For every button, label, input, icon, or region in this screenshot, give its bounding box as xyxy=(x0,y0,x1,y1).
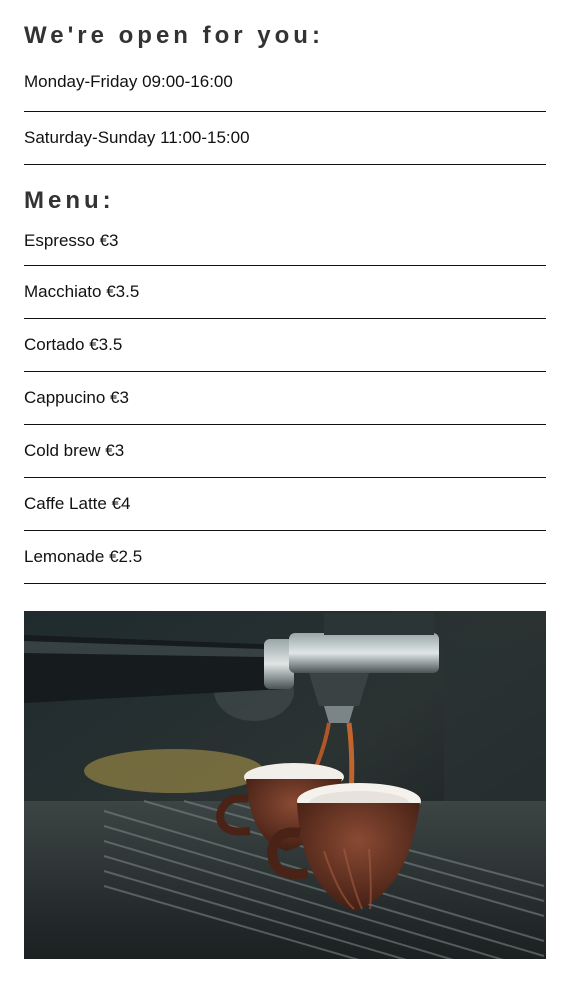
espresso-machine-photo xyxy=(24,611,546,959)
content-column: We're open for you: Monday-Friday 09:00-… xyxy=(24,0,546,584)
menu-item: Cappucino €3 xyxy=(24,372,546,425)
menu-item: Lemonade €2.5 xyxy=(24,531,546,584)
menu-item: Macchiato €3.5 xyxy=(24,266,546,319)
menu-item: Cortado €3.5 xyxy=(24,319,546,372)
menu-item: Espresso €3 xyxy=(24,215,546,266)
menu-heading: Menu: xyxy=(24,187,115,214)
menu-item: Caffe Latte €4 xyxy=(24,478,546,531)
menu-item: Cold brew €3 xyxy=(24,425,546,478)
hours-item: Saturday-Sunday 11:00-15:00 xyxy=(24,112,546,165)
hours-item: Monday-Friday 09:00-16:00 xyxy=(24,56,546,112)
opening-hours-list: Monday-Friday 09:00-16:00 Saturday-Sunda… xyxy=(24,56,546,165)
opening-hours-heading: We're open for you: xyxy=(24,22,324,49)
menu-list: Espresso €3 Macchiato €3.5 Cortado €3.5 … xyxy=(24,215,546,584)
